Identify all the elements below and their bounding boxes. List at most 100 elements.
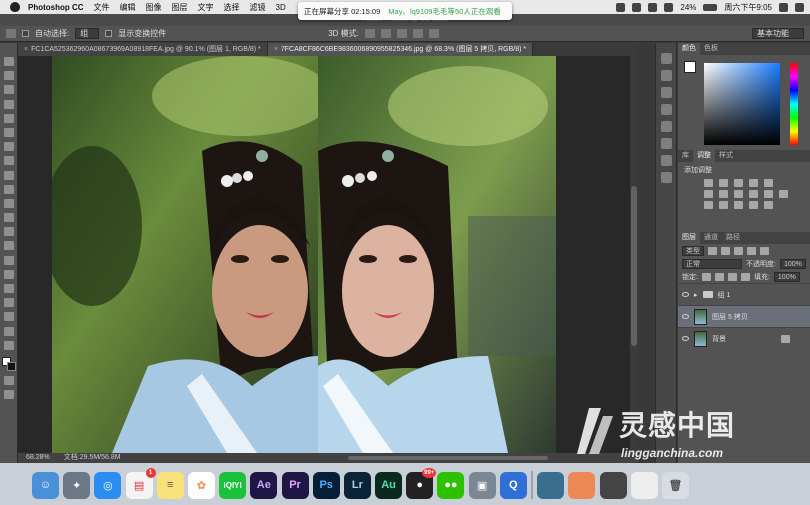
- menubar-clock[interactable]: 周六下午9:05: [724, 2, 772, 13]
- menu-item-layer[interactable]: 图层: [172, 2, 188, 13]
- notification-center-icon[interactable]: [795, 2, 804, 12]
- tab-color[interactable]: 颜色: [678, 43, 700, 55]
- zoom-level[interactable]: 68.28%: [26, 453, 50, 463]
- healing-brush-tool-icon[interactable]: [3, 142, 14, 152]
- eyedropper-tool-icon[interactable]: [3, 127, 14, 137]
- pixel-filter-icon[interactable]: [708, 246, 717, 255]
- hue-slider[interactable]: [790, 63, 798, 145]
- blur-tool-icon[interactable]: [3, 227, 14, 237]
- type-filter-icon[interactable]: [734, 246, 743, 255]
- photo-retouched[interactable]: [318, 56, 556, 453]
- clone-source-icon[interactable]: [660, 138, 672, 149]
- shape-filter-icon[interactable]: [747, 246, 756, 255]
- background-color-swatch[interactable]: [6, 361, 16, 371]
- visibility-eye-icon[interactable]: [682, 292, 689, 297]
- gradient-map-icon[interactable]: [764, 201, 773, 209]
- hand-tool-icon[interactable]: [3, 312, 14, 322]
- launchpad-icon[interactable]: ✦: [63, 471, 91, 499]
- character-panel-icon[interactable]: [660, 155, 672, 166]
- search-icon[interactable]: [779, 2, 788, 12]
- brush-tool-icon[interactable]: [3, 156, 14, 166]
- photoshop-icon[interactable]: Ps: [312, 471, 340, 499]
- blend-mode-dropdown[interactable]: 正常: [682, 258, 742, 269]
- layer-row-group[interactable]: ▸ 组 1: [678, 283, 810, 305]
- selective-color-icon[interactable]: [749, 201, 758, 209]
- after-effects-icon[interactable]: Ae: [250, 471, 278, 499]
- wechat-icon[interactable]: ●●: [437, 471, 465, 499]
- 3d-scale-icon[interactable]: [428, 29, 439, 38]
- photo-filter-icon[interactable]: [749, 190, 758, 198]
- canvas-area[interactable]: [18, 56, 638, 453]
- document-size[interactable]: 文档:29.5M/56.8M: [64, 453, 121, 463]
- tab-styles[interactable]: 样式: [715, 150, 737, 162]
- move-tool-preset-icon[interactable]: [6, 29, 16, 38]
- layer-kind-filter[interactable]: 类型: [682, 245, 704, 256]
- auto-select-dropdown[interactable]: 组: [75, 28, 100, 39]
- paragraph-panel-icon[interactable]: [660, 172, 672, 183]
- sync-icon[interactable]: [616, 2, 626, 12]
- menu-item-select[interactable]: 选择: [224, 2, 240, 13]
- exposure-icon[interactable]: [749, 179, 758, 187]
- edit-toolbar-icon[interactable]: [3, 340, 14, 350]
- threshold-icon[interactable]: [734, 201, 743, 209]
- quicktime-icon[interactable]: Q: [499, 471, 527, 499]
- brush-presets-icon[interactable]: [660, 121, 672, 132]
- brightness-contrast-icon[interactable]: [704, 179, 713, 187]
- dodge-tool-icon[interactable]: [3, 241, 14, 251]
- foreground-color-swatch[interactable]: [684, 61, 696, 73]
- close-icon[interactable]: ×: [274, 46, 278, 53]
- premiere-icon[interactable]: Pr: [281, 471, 309, 499]
- layer-row-background[interactable]: 背景: [678, 327, 810, 349]
- wifi-icon[interactable]: [648, 2, 658, 12]
- close-icon[interactable]: ×: [24, 46, 28, 53]
- opacity-input[interactable]: 100%: [779, 258, 806, 269]
- menu-item-image[interactable]: 图像: [146, 2, 162, 13]
- history-brush-tool-icon[interactable]: [3, 184, 14, 194]
- trash-icon[interactable]: 🗑: [661, 471, 689, 499]
- photo-original[interactable]: [52, 56, 318, 453]
- lock-all-icon[interactable]: [740, 272, 750, 281]
- screen-mode-icon[interactable]: [3, 390, 14, 400]
- curves-icon[interactable]: [734, 179, 743, 187]
- layer-row-selected[interactable]: 图层 5 拷贝: [678, 305, 810, 327]
- gradient-tool-icon[interactable]: [3, 213, 14, 223]
- 3d-slide-icon[interactable]: [412, 29, 423, 38]
- 3d-rotate-icon[interactable]: [364, 29, 375, 38]
- clone-stamp-tool-icon[interactable]: [3, 170, 14, 180]
- tab-document-1[interactable]: × FC1CA525362960A08673969A08918FEA.jpg @ …: [18, 43, 268, 56]
- lock-image-icon[interactable]: [714, 272, 724, 281]
- properties-panel-icon[interactable]: [660, 70, 672, 81]
- color-lookup-icon[interactable]: [779, 190, 788, 198]
- path-select-tool-icon[interactable]: [3, 284, 14, 293]
- tab-channels[interactable]: 通道: [700, 232, 722, 244]
- finder-icon[interactable]: ☺: [32, 471, 59, 499]
- apple-icon[interactable]: [10, 2, 20, 12]
- quick-mask-icon[interactable]: [3, 376, 14, 386]
- zoom-tool-icon[interactable]: [3, 326, 14, 336]
- crop-tool-icon[interactable]: [3, 113, 14, 123]
- type-tool-icon[interactable]: [3, 269, 14, 279]
- workspace-switcher[interactable]: 基本功能: [752, 28, 804, 39]
- pen-tool-icon[interactable]: [3, 255, 14, 265]
- recent-image-1-icon[interactable]: [537, 471, 565, 499]
- visibility-eye-icon[interactable]: [682, 336, 689, 341]
- image-capture-icon[interactable]: ▣: [468, 471, 496, 499]
- iqiyi-icon[interactable]: iQIYI: [219, 471, 247, 499]
- actions-panel-icon[interactable]: [660, 104, 672, 115]
- photos-icon[interactable]: ✿: [187, 471, 215, 499]
- shape-tool-icon[interactable]: [3, 298, 14, 308]
- menu-item-type[interactable]: 文字: [198, 2, 214, 13]
- tab-paths[interactable]: 路径: [722, 232, 744, 244]
- menu-item-filter[interactable]: 滤镜: [250, 2, 266, 13]
- tab-layers[interactable]: 图层: [678, 232, 700, 244]
- menu-item-edit[interactable]: 编辑: [120, 2, 136, 13]
- color-picker-field[interactable]: [704, 63, 780, 145]
- tab-swatches[interactable]: 色板: [700, 43, 722, 55]
- recent-image-2-icon[interactable]: [568, 471, 596, 499]
- auto-select-checkbox[interactable]: [22, 30, 29, 37]
- vibrance-icon[interactable]: [764, 179, 773, 187]
- history-panel-icon[interactable]: [660, 53, 672, 64]
- lightroom-icon[interactable]: Lr: [343, 471, 371, 499]
- recent-doc-icon[interactable]: [630, 471, 658, 499]
- calendar-icon[interactable]: ▤ 1: [125, 467, 156, 499]
